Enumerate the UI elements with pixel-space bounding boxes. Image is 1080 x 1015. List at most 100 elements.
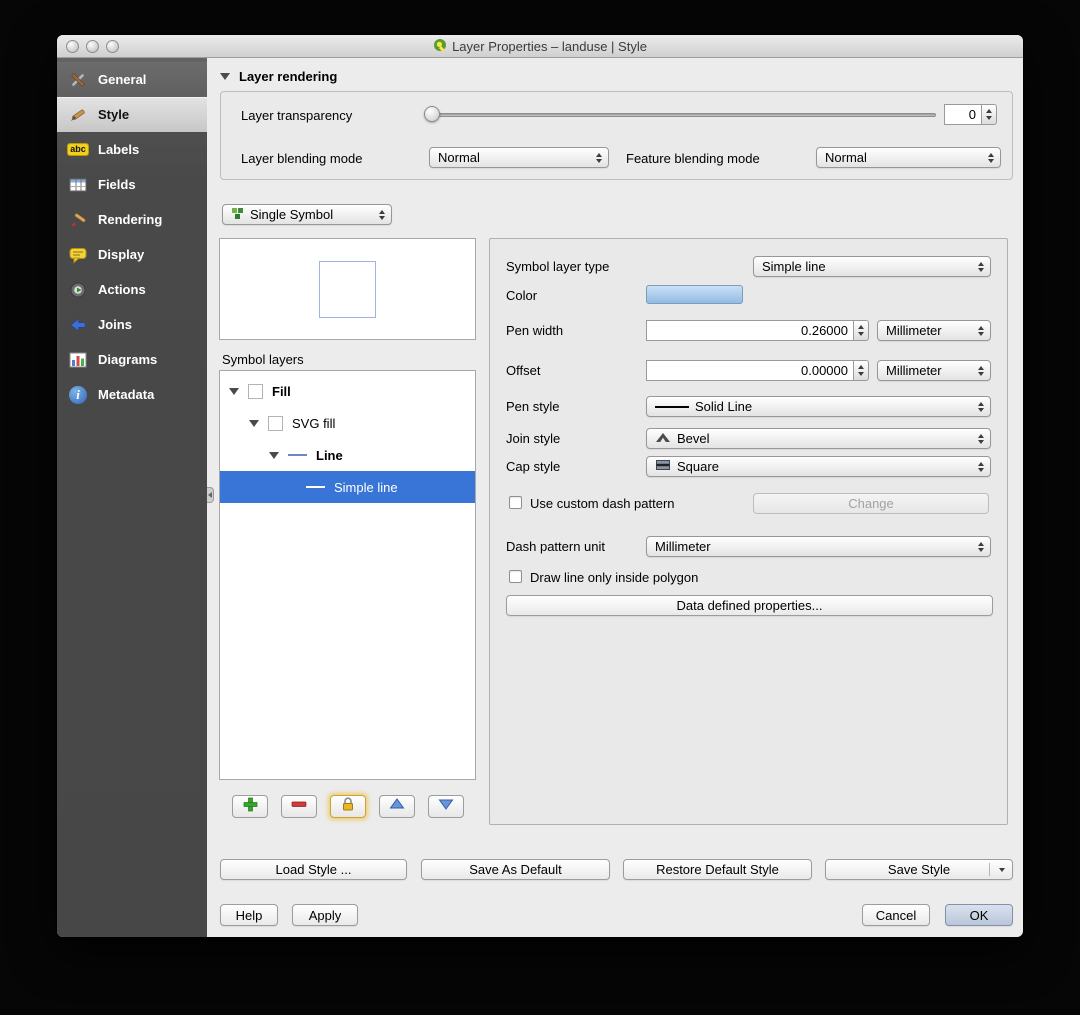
help-button[interactable]: Help — [220, 904, 278, 926]
stepper-up-icon — [986, 109, 992, 113]
transparency-value: 0 — [968, 107, 976, 122]
sidebar-item-fields[interactable]: Fields — [57, 167, 207, 202]
change-dash-pattern-button[interactable]: Change — [753, 493, 989, 514]
offset-stepper[interactable] — [854, 360, 869, 381]
sidebar-item-metadata[interactable]: i Metadata — [57, 377, 207, 412]
pen-width-unit-select[interactable]: Millimeter — [877, 320, 991, 341]
sidebar-item-display[interactable]: Display — [57, 237, 207, 272]
cap-style-select[interactable]: Square — [646, 456, 991, 477]
move-up-button[interactable] — [379, 795, 415, 818]
sidebar-item-joins[interactable]: Joins — [57, 307, 207, 342]
fill-symbol-icon — [248, 383, 263, 399]
tree-item-label: Simple line — [334, 479, 398, 495]
paintbrush-icon — [67, 209, 89, 231]
stepper-down-icon — [858, 372, 864, 376]
lock-color-button[interactable] — [330, 795, 366, 818]
join-arrow-icon — [67, 314, 89, 336]
renderer-select[interactable]: Single Symbol — [222, 204, 392, 225]
sidebar-item-style[interactable]: Style — [57, 97, 207, 132]
dropdown-arrows-icon — [974, 397, 987, 416]
symbol-layer-type-value: Simple line — [762, 259, 826, 274]
layer-blending-mode-select[interactable]: Normal — [429, 147, 609, 168]
lock-icon — [340, 796, 356, 817]
single-symbol-icon — [231, 207, 244, 223]
apply-button[interactable]: Apply — [292, 904, 358, 926]
sidebar-item-diagrams[interactable]: Diagrams — [57, 342, 207, 377]
symbol-preview-shape — [319, 260, 376, 318]
sidebar-item-label: Fields — [98, 177, 136, 192]
sidebar-item-rendering[interactable]: Rendering — [57, 202, 207, 237]
sidebar-item-actions[interactable]: Actions — [57, 272, 207, 307]
draw-inside-polygon-checkbox[interactable] — [509, 570, 522, 583]
data-defined-properties-button[interactable]: Data defined properties... — [506, 595, 993, 616]
stepper-up-icon — [858, 365, 864, 369]
dropdown-arrows-icon — [592, 148, 605, 167]
restore-default-style-button[interactable]: Restore Default Style — [623, 859, 812, 880]
symbol-layer-type-select[interactable]: Simple line — [753, 256, 991, 277]
use-custom-dash-checkbox[interactable] — [509, 496, 522, 509]
dash-pattern-unit-select[interactable]: Millimeter — [646, 536, 991, 557]
sidebar-item-label: Joins — [98, 317, 132, 332]
disclosure-triangle-icon[interactable] — [229, 387, 239, 395]
bevel-join-icon — [655, 431, 671, 446]
disclosure-triangle-icon[interactable] — [269, 451, 279, 459]
sidebar-item-general[interactable]: General — [57, 62, 207, 97]
dropdown-arrows-icon — [974, 321, 987, 340]
save-as-default-button[interactable]: Save As Default — [421, 859, 610, 880]
layer-blending-mode-value: Normal — [438, 150, 480, 165]
load-style-button[interactable]: Load Style ... — [220, 859, 407, 880]
transparency-slider-knob[interactable] — [424, 106, 440, 122]
layer-rendering-header[interactable]: Layer rendering — [220, 69, 337, 84]
sidebar-item-label: General — [98, 72, 147, 87]
stepper-down-icon — [858, 332, 864, 336]
pen-width-unit-value: Millimeter — [886, 323, 942, 338]
restore-default-style-label: Restore Default Style — [656, 862, 779, 877]
sidebar-item-label: Display — [98, 247, 145, 262]
stepper-up-icon — [858, 325, 864, 329]
simple-line-symbol-icon — [306, 486, 325, 488]
pen-style-value: Solid Line — [695, 399, 753, 414]
sidebar-splitter-handle[interactable] — [207, 487, 214, 503]
pen-style-select[interactable]: Solid Line — [646, 396, 991, 417]
transparency-stepper[interactable] — [982, 104, 997, 125]
tree-item-line[interactable]: Line — [220, 439, 475, 471]
disclosure-triangle-icon[interactable] — [249, 419, 259, 427]
window-title: Layer Properties – landuse | Style — [452, 38, 647, 54]
cancel-button[interactable]: Cancel — [862, 904, 930, 926]
arrow-down-icon — [438, 797, 454, 816]
tree-item-svg-fill[interactable]: SVG fill — [220, 407, 475, 439]
qgis-logo-icon — [433, 38, 447, 55]
feature-blending-mode-select[interactable]: Normal — [816, 147, 1001, 168]
transparency-value-field[interactable]: 0 — [944, 104, 982, 125]
transparency-slider[interactable] — [429, 113, 936, 117]
general-icon — [67, 69, 89, 91]
offset-unit-select[interactable]: Millimeter — [877, 360, 991, 381]
tree-item-fill[interactable]: Fill — [220, 375, 475, 407]
use-custom-dash-label: Use custom dash pattern — [530, 496, 675, 511]
move-down-button[interactable] — [428, 795, 464, 818]
info-icon: i — [67, 384, 89, 406]
attribute-table-icon — [67, 174, 89, 196]
ok-button[interactable]: OK — [945, 904, 1013, 926]
pen-width-value: 0.26000 — [801, 323, 848, 338]
add-icon — [243, 797, 258, 817]
pen-width-field[interactable]: 0.26000 — [646, 320, 854, 341]
draw-inside-polygon-label: Draw line only inside polygon — [530, 570, 699, 585]
disclosure-triangle-icon — [220, 73, 230, 80]
feature-blending-mode-value: Normal — [825, 150, 867, 165]
sidebar-item-labels[interactable]: abc Labels — [57, 132, 207, 167]
abc-label-icon: abc — [67, 139, 89, 161]
color-swatch[interactable] — [646, 285, 743, 304]
dropdown-arrows-icon — [375, 205, 388, 224]
pen-width-stepper[interactable] — [854, 320, 869, 341]
offset-field[interactable]: 0.00000 — [646, 360, 854, 381]
tree-item-simple-line[interactable]: Simple line — [220, 471, 475, 503]
title-bar[interactable]: Layer Properties – landuse | Style — [57, 35, 1023, 58]
remove-symbol-layer-button[interactable] — [281, 795, 317, 818]
add-symbol-layer-button[interactable] — [232, 795, 268, 818]
save-style-button[interactable]: Save Style — [825, 859, 1013, 880]
save-style-menu-arrow-icon[interactable] — [999, 868, 1005, 872]
join-style-select[interactable]: Bevel — [646, 428, 991, 449]
sidebar-item-label: Actions — [98, 282, 146, 297]
layer-properties-window: Layer Properties – landuse | Style Gener… — [57, 35, 1023, 937]
